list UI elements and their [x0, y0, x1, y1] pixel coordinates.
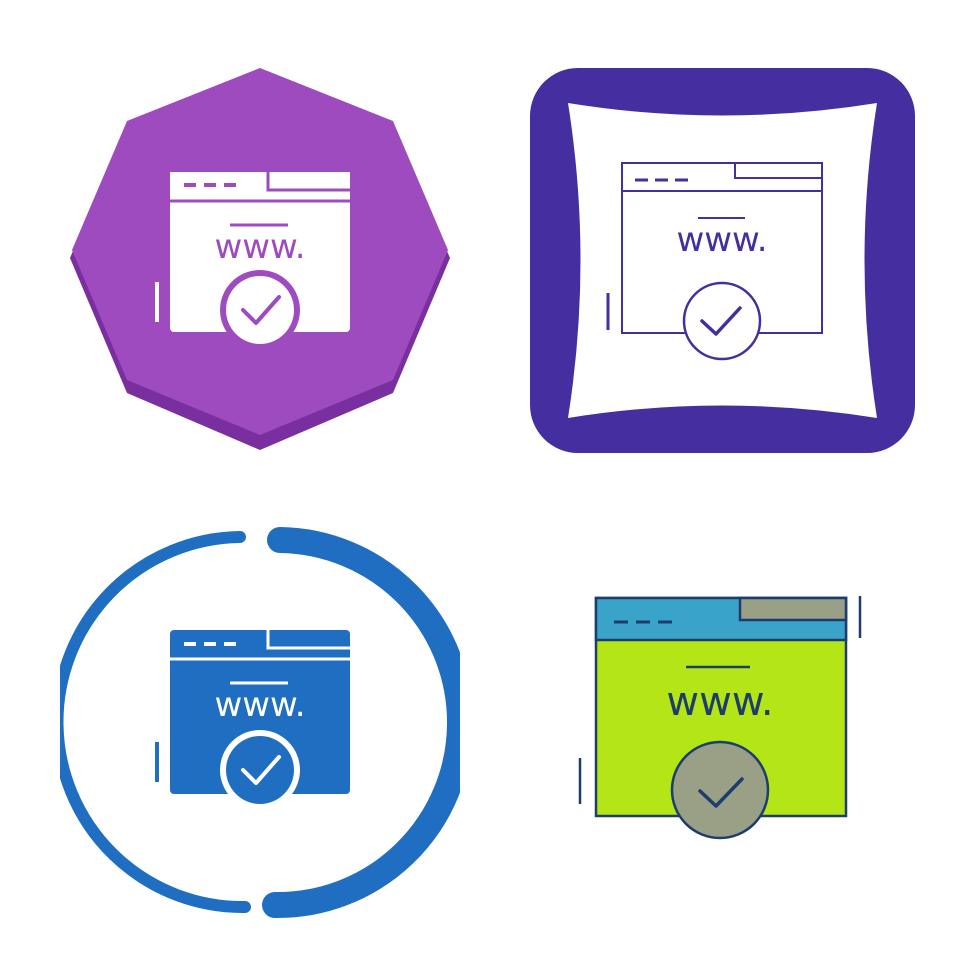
- web-verified-icon: www.: [530, 68, 915, 453]
- blue-circle-tile: www.: [60, 520, 460, 920]
- check-badge-icon: [670, 740, 770, 840]
- url-text: www.: [666, 679, 773, 725]
- purple-octagon-tile: www.: [60, 60, 460, 460]
- check-badge-icon: [220, 730, 300, 810]
- url-text: www.: [214, 685, 305, 725]
- check-badge-icon: [682, 281, 762, 361]
- url-text: www.: [676, 220, 767, 260]
- pillow-shape: [568, 103, 877, 418]
- url-text: www.: [214, 227, 305, 267]
- flat-color-tile: www.: [570, 590, 870, 850]
- web-verified-icon: www.: [70, 68, 450, 450]
- check-badge-icon: [220, 270, 300, 350]
- indigo-pillow-tile: www.: [530, 68, 915, 453]
- web-verified-icon: www.: [60, 527, 460, 919]
- web-verified-icon: www.: [578, 596, 862, 840]
